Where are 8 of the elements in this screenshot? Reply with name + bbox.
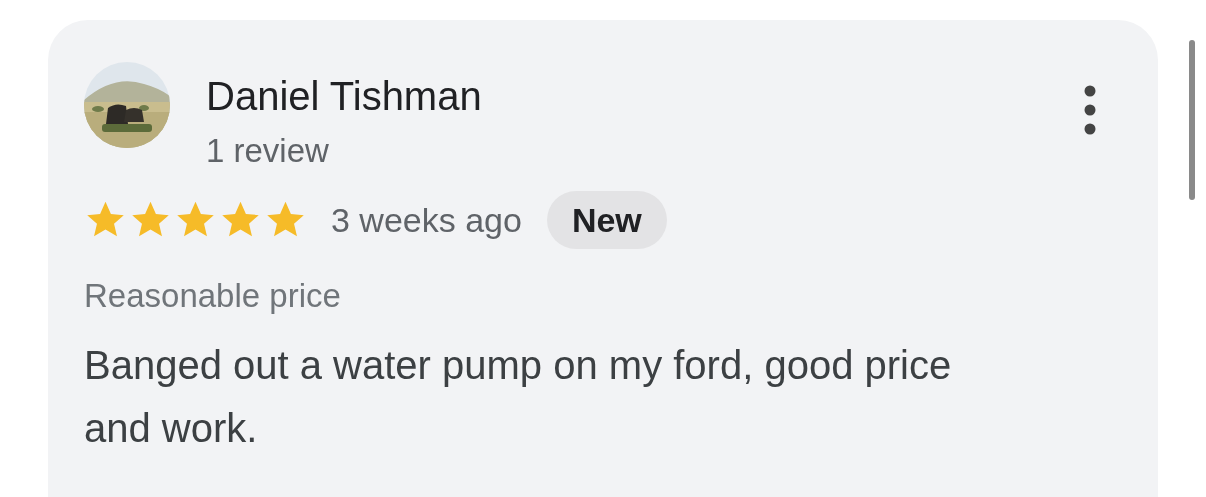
scrollbar[interactable] xyxy=(1189,40,1195,200)
reviewer-name[interactable]: Daniel Tishman xyxy=(206,76,482,116)
review-count: 1 review xyxy=(206,134,330,167)
review-time: 3 weeks ago xyxy=(331,200,522,240)
new-badge: New xyxy=(546,191,667,249)
more-options-icon[interactable] xyxy=(1084,85,1096,135)
review-attribute: Reasonable price xyxy=(84,279,342,312)
review-text: Banged out a water pump on my ford, good price and work. xyxy=(84,342,953,452)
